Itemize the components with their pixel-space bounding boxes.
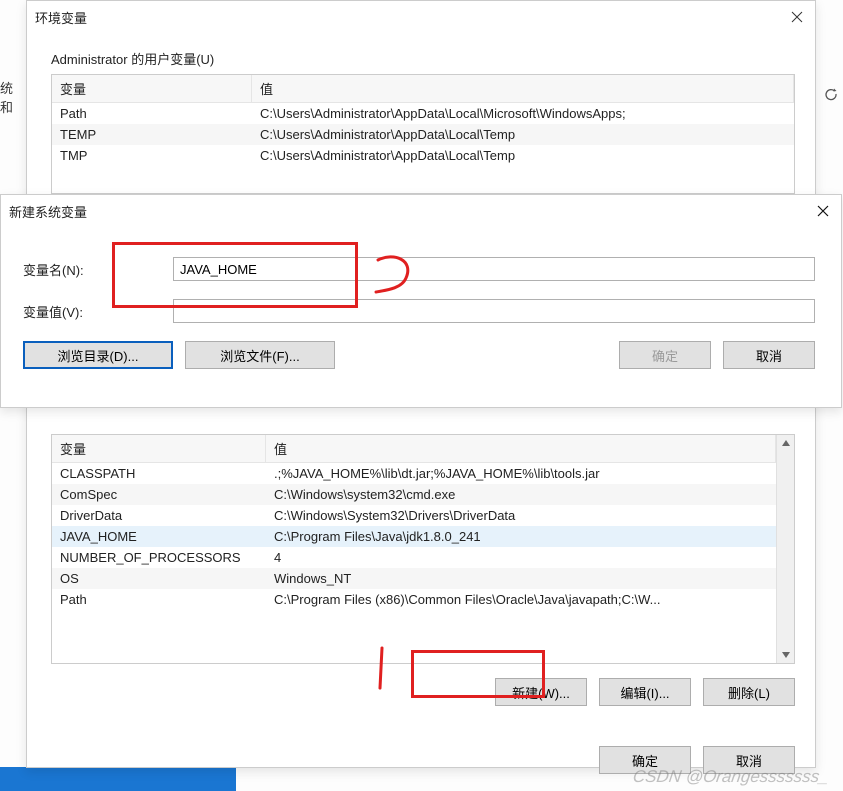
- var-value-cell: C:\Windows\System32\Drivers\DriverData: [266, 505, 776, 526]
- edit-cancel-button[interactable]: 取消: [723, 341, 815, 369]
- browse-directory-button[interactable]: 浏览目录(D)...: [23, 341, 173, 369]
- var-value-cell: .;%JAVA_HOME%\lib\dt.jar;%JAVA_HOME%\lib…: [266, 463, 776, 484]
- variable-value-row: 变量值(V):: [23, 299, 815, 323]
- sys-col-value[interactable]: 值: [266, 435, 776, 462]
- scroll-down-icon[interactable]: [777, 647, 794, 663]
- env-titlebar: 环境变量: [27, 1, 815, 33]
- system-vars-panel: 变量 值 CLASSPATH.;%JAVA_HOME%\lib\dt.jar;%…: [51, 434, 795, 706]
- var-name-cell: OS: [52, 568, 266, 589]
- var-name-cell: Path: [52, 589, 266, 610]
- variable-name-row: 变量名(N):: [23, 257, 815, 281]
- variable-value-input[interactable]: [173, 299, 815, 323]
- var-value-cell: C:\Program Files\Java\jdk1.8.0_241: [266, 526, 776, 547]
- edit-button[interactable]: 编辑(I)...: [599, 678, 691, 706]
- scrollbar[interactable]: [776, 435, 794, 663]
- var-value-cell: C:\Program Files (x86)\Common Files\Orac…: [266, 589, 776, 610]
- var-name-cell: DriverData: [52, 505, 266, 526]
- new-button[interactable]: 新建(W)...: [495, 678, 587, 706]
- table-row[interactable]: TEMPC:\Users\Administrator\AppData\Local…: [52, 124, 794, 145]
- var-name-cell: JAVA_HOME: [52, 526, 266, 547]
- new-system-variable-dialog: 新建系统变量 变量名(N): 变量值(V): 浏览目录(D)... 浏览文件(F…: [0, 194, 842, 408]
- var-value-cell: C:\Users\Administrator\AppData\Local\Mic…: [252, 103, 794, 124]
- close-icon[interactable]: [813, 201, 833, 221]
- var-value-cell: C:\Windows\system32\cmd.exe: [266, 484, 776, 505]
- var-name-cell: ComSpec: [52, 484, 266, 505]
- table-row[interactable]: DriverDataC:\Windows\System32\Drivers\Dr…: [52, 505, 776, 526]
- table-row[interactable]: PathC:\Program Files (x86)\Common Files\…: [52, 589, 776, 610]
- user-vars-label: Administrator 的用户变量(U): [51, 49, 795, 68]
- var-value-cell: C:\Users\Administrator\AppData\Local\Tem…: [252, 124, 794, 145]
- delete-button[interactable]: 删除(L): [703, 678, 795, 706]
- table-row[interactable]: OSWindows_NT: [52, 568, 776, 589]
- edit-window-title: 新建系统变量: [9, 202, 87, 221]
- var-name-cell: TEMP: [52, 124, 252, 145]
- table-row[interactable]: NUMBER_OF_PROCESSORS4: [52, 547, 776, 568]
- edit-button-row: 浏览目录(D)... 浏览文件(F)... 确定 取消: [23, 341, 815, 369]
- user-vars-table[interactable]: 变量 值 PathC:\Users\Administrator\AppData\…: [51, 74, 795, 194]
- var-name-cell: TMP: [52, 145, 252, 166]
- scroll-up-icon[interactable]: [777, 435, 794, 451]
- table-row[interactable]: TMPC:\Users\Administrator\AppData\Local\…: [52, 145, 794, 166]
- browse-file-button[interactable]: 浏览文件(F)...: [185, 341, 335, 369]
- edit-ok-button[interactable]: 确定: [619, 341, 711, 369]
- variable-name-label: 变量名(N):: [23, 260, 173, 279]
- table-row[interactable]: ComSpecC:\Windows\system32\cmd.exe: [52, 484, 776, 505]
- env-window-title: 环境变量: [35, 8, 87, 27]
- sys-button-row: 新建(W)... 编辑(I)... 删除(L): [51, 678, 795, 706]
- table-row[interactable]: CLASSPATH.;%JAVA_HOME%\lib\dt.jar;%JAVA_…: [52, 463, 776, 484]
- watermark-text: CSDN @Orangesssssss_: [632, 767, 831, 787]
- system-vars-table[interactable]: 变量 值 CLASSPATH.;%JAVA_HOME%\lib\dt.jar;%…: [51, 434, 795, 664]
- refresh-icon: [823, 86, 839, 105]
- edit-titlebar: 新建系统变量: [1, 195, 841, 227]
- background-fragment-text: 统和: [0, 78, 20, 116]
- var-name-cell: NUMBER_OF_PROCESSORS: [52, 547, 266, 568]
- variable-name-input[interactable]: [173, 257, 815, 281]
- table-row[interactable]: PathC:\Users\Administrator\AppData\Local…: [52, 103, 794, 124]
- var-name-cell: Path: [52, 103, 252, 124]
- var-value-cell: Windows_NT: [266, 568, 776, 589]
- var-name-cell: CLASSPATH: [52, 463, 266, 484]
- variable-value-label: 变量值(V):: [23, 302, 173, 321]
- user-col-value[interactable]: 值: [252, 75, 794, 102]
- var-value-cell: C:\Users\Administrator\AppData\Local\Tem…: [252, 145, 794, 166]
- close-icon[interactable]: [787, 7, 807, 27]
- user-col-variable[interactable]: 变量: [52, 75, 252, 102]
- table-row[interactable]: JAVA_HOMEC:\Program Files\Java\jdk1.8.0_…: [52, 526, 776, 547]
- sys-col-variable[interactable]: 变量: [52, 435, 266, 462]
- var-value-cell: 4: [266, 547, 776, 568]
